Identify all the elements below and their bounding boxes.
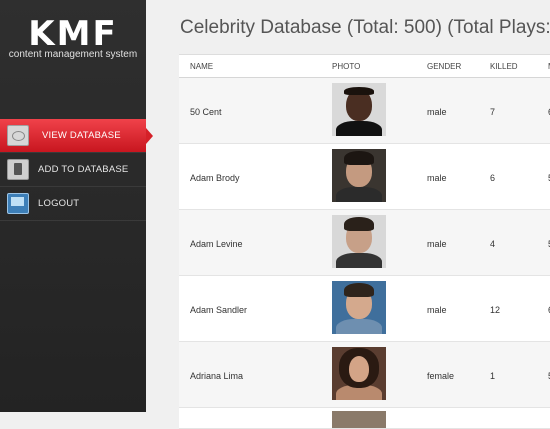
- celebrity-photo: [332, 149, 386, 202]
- table-row[interactable]: Adriana Lima female 1 5: [179, 342, 550, 408]
- phone-add-icon: [7, 159, 29, 180]
- page-title: Celebrity Database (Total: 500) (Total P…: [180, 17, 550, 38]
- cell-killed: 7: [490, 107, 496, 117]
- celebrity-photo: [332, 347, 386, 400]
- nav-item-label: VIEW DATABASE: [42, 130, 121, 141]
- celebrity-photo: [332, 411, 386, 428]
- sidebar-nav: VIEW DATABASE ADD TO DATABASE LOGOUT: [0, 119, 153, 221]
- cell-gender: male: [427, 239, 447, 249]
- celebrity-photo: [332, 83, 386, 136]
- cell-gender: male: [427, 107, 447, 117]
- nav-item-add-to-database[interactable]: ADD TO DATABASE: [0, 153, 146, 187]
- celebrity-photo: [332, 215, 386, 268]
- celebrity-table: NAME PHOTO GENDER KILLED M 50 Cent male …: [179, 54, 550, 429]
- table-row[interactable]: 50 Cent male 7 6: [179, 78, 550, 144]
- cell-name: Adriana Lima: [190, 371, 244, 381]
- column-header-killed[interactable]: KILLED: [490, 62, 518, 71]
- sidebar: KMF content management system VIEW DATAB…: [0, 0, 153, 412]
- table-row[interactable]: Adam Levine male 4 5: [179, 210, 550, 276]
- table-header: NAME PHOTO GENDER KILLED M: [179, 55, 550, 78]
- nav-item-label: ADD TO DATABASE: [38, 164, 129, 175]
- table-row[interactable]: Adam Brody male 6 5: [179, 144, 550, 210]
- cell-name: Adam Levine: [190, 239, 243, 249]
- table-row-partial[interactable]: [179, 408, 550, 429]
- table-row[interactable]: Adam Sandler male 12 6: [179, 276, 550, 342]
- cell-name: Adam Brody: [190, 173, 240, 183]
- celebrity-photo: [332, 281, 386, 334]
- nav-item-view-database[interactable]: VIEW DATABASE: [0, 119, 153, 153]
- cell-name: Adam Sandler: [190, 305, 248, 315]
- cell-killed: 4: [490, 239, 496, 249]
- cell-gender: male: [427, 305, 447, 315]
- nav-item-logout[interactable]: LOGOUT: [0, 187, 146, 221]
- database-view-icon: [7, 125, 29, 146]
- cell-killed: 6: [490, 173, 496, 183]
- cell-gender: female: [427, 371, 455, 381]
- main-content: Celebrity Database (Total: 500) (Total P…: [146, 0, 550, 429]
- cell-name: 50 Cent: [190, 107, 222, 117]
- column-header-name[interactable]: NAME: [190, 62, 213, 71]
- cell-killed: 12: [490, 305, 501, 315]
- app-tagline: content management system: [8, 49, 138, 60]
- column-header-gender[interactable]: GENDER: [427, 62, 461, 71]
- monitor-logout-icon: [7, 193, 29, 214]
- column-header-photo[interactable]: PHOTO: [332, 62, 360, 71]
- app-logo: KMF: [28, 14, 118, 54]
- cell-gender: male: [427, 173, 447, 183]
- nav-item-label: LOGOUT: [38, 198, 80, 209]
- cell-killed: 1: [490, 371, 496, 381]
